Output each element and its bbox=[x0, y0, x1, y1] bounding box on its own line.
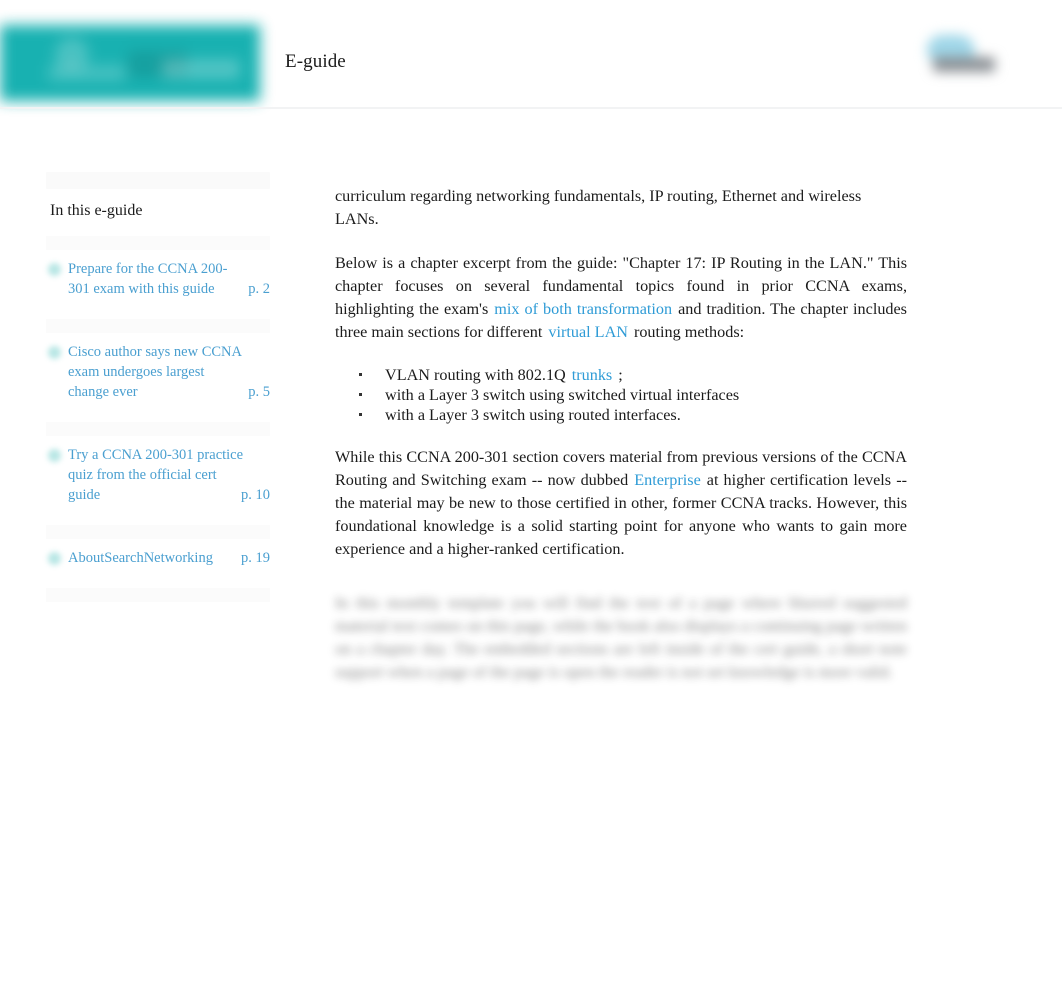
sidebar-item-about-searchnetworking[interactable]: AboutSearchNetworking p. 19 bbox=[46, 539, 270, 574]
sidebar-item-cisco-author-ccna-change[interactable]: Cisco author says new CCNA exam undergoe… bbox=[46, 333, 270, 408]
list-item: VLAN routing with 802.1Q trunks; bbox=[335, 365, 907, 385]
page-title: E-guide bbox=[285, 51, 346, 72]
sidebar-item-page: p. 2 bbox=[248, 281, 270, 297]
sidebar-item-lastline: 301 exam with this guide p. 2 bbox=[68, 279, 270, 299]
routing-methods-list: VLAN routing with 802.1Q trunks; with a L… bbox=[335, 365, 907, 425]
sidebar-item-label-line1: Cisco author says new CCNA bbox=[68, 344, 242, 360]
sidebar-divider bbox=[46, 236, 270, 250]
list-item-text-before: VLAN routing with 802.1Q bbox=[385, 366, 566, 384]
sidebar-item-page: p. 5 bbox=[248, 384, 270, 400]
sidebar-item-prepare-ccna-guide[interactable]: Prepare for the CCNA 200- 301 exam with … bbox=[46, 250, 270, 305]
sidebar-divider bbox=[46, 525, 270, 539]
list-item-text-before: with a Layer 3 switch using switched vir… bbox=[385, 386, 740, 404]
sidebar-divider bbox=[46, 319, 270, 333]
teal-bullet-icon bbox=[48, 449, 61, 462]
sidebar-table-of-contents: In this e-guide Prepare for the CCNA 200… bbox=[46, 172, 270, 602]
paragraph-blurred-obscured: In this monthly template you will find t… bbox=[335, 594, 907, 681]
sidebar-divider bbox=[46, 588, 270, 602]
paragraph-curriculum: curriculum regarding networking fundamen… bbox=[335, 187, 862, 228]
sidebar-item-label-line2: quiz from the official cert bbox=[68, 467, 217, 483]
sidebar-item-page: p. 19 bbox=[241, 550, 270, 566]
sidebar-heading: In this e-guide bbox=[50, 202, 143, 219]
teal-bullet-icon bbox=[48, 263, 61, 276]
link-trunks[interactable]: trunks bbox=[566, 366, 618, 384]
sidebar-item-lastline: guide p. 10 bbox=[68, 485, 270, 505]
link-virtual-lan[interactable]: virtual LAN bbox=[542, 323, 634, 341]
sidebar-item-label-line3: change ever bbox=[68, 384, 138, 400]
list-item-text-before: with a Layer 3 switch using routed inter… bbox=[385, 406, 681, 424]
paragraph-ccna-section-coverage: While this CCNA 200-301 section covers m… bbox=[335, 446, 907, 561]
bullet-dot-icon bbox=[359, 413, 362, 416]
sidebar-item-label-line1: AboutSearchNetworking bbox=[68, 550, 213, 566]
logo-mark-bar bbox=[48, 65, 126, 81]
teal-bullet-icon bbox=[48, 552, 61, 565]
sidebar-item-label-line2: 301 exam with this guide bbox=[68, 281, 215, 297]
logo-wordmark-light bbox=[162, 59, 240, 79]
sidebar-item-lastline: AboutSearchNetworking p. 19 bbox=[68, 548, 270, 568]
sidebar-item-page: p. 10 bbox=[241, 487, 270, 503]
teal-bullet-icon bbox=[48, 346, 61, 359]
bullet-dot-icon bbox=[359, 393, 362, 396]
link-enterprise[interactable]: Enterprise bbox=[628, 471, 707, 489]
sponsor-cloud-logo-icon[interactable] bbox=[925, 35, 997, 81]
sponsor-wordmark bbox=[933, 57, 995, 72]
paragraph-text-c: routing methods: bbox=[633, 323, 745, 341]
sidebar-item-body: Cisco author says new CCNA exam undergoe… bbox=[68, 342, 270, 402]
link-mix-of-both-transformation[interactable]: mix of both transformation bbox=[488, 300, 678, 318]
list-item: with a Layer 3 switch using routed inter… bbox=[335, 405, 907, 425]
sidebar-item-body: Prepare for the CCNA 200- 301 exam with … bbox=[68, 259, 270, 299]
article-body: curriculum regarding networking fundamen… bbox=[335, 185, 907, 705]
list-item-text-after: ; bbox=[618, 366, 623, 384]
techtarget-logo-icon[interactable] bbox=[0, 25, 260, 101]
list-item: with a Layer 3 switch using switched vir… bbox=[335, 385, 907, 405]
sidebar-item-label-line1: Prepare for the CCNA 200- bbox=[68, 261, 228, 277]
bullet-dot-icon bbox=[359, 373, 362, 376]
site-header: E-guide bbox=[0, 0, 1062, 109]
sidebar-top-band bbox=[46, 172, 270, 189]
sidebar-item-ccna-practice-quiz[interactable]: Try a CCNA 200-301 practice quiz from th… bbox=[46, 436, 270, 511]
paragraph-chapter-excerpt: Below is a chapter excerpt from the guid… bbox=[335, 252, 907, 344]
header-divider bbox=[0, 107, 1062, 109]
sidebar-item-label-line1: Try a CCNA 200-301 practice bbox=[68, 447, 244, 463]
sidebar-item-label-line2: exam undergoes largest bbox=[68, 364, 205, 380]
sidebar-item-lastline: change ever p. 5 bbox=[68, 382, 270, 402]
sidebar-item-body: AboutSearchNetworking p. 19 bbox=[68, 548, 270, 568]
sidebar-divider bbox=[46, 422, 270, 436]
sidebar-item-body: Try a CCNA 200-301 practice quiz from th… bbox=[68, 445, 270, 505]
sidebar-item-label-line3: guide bbox=[68, 487, 101, 503]
